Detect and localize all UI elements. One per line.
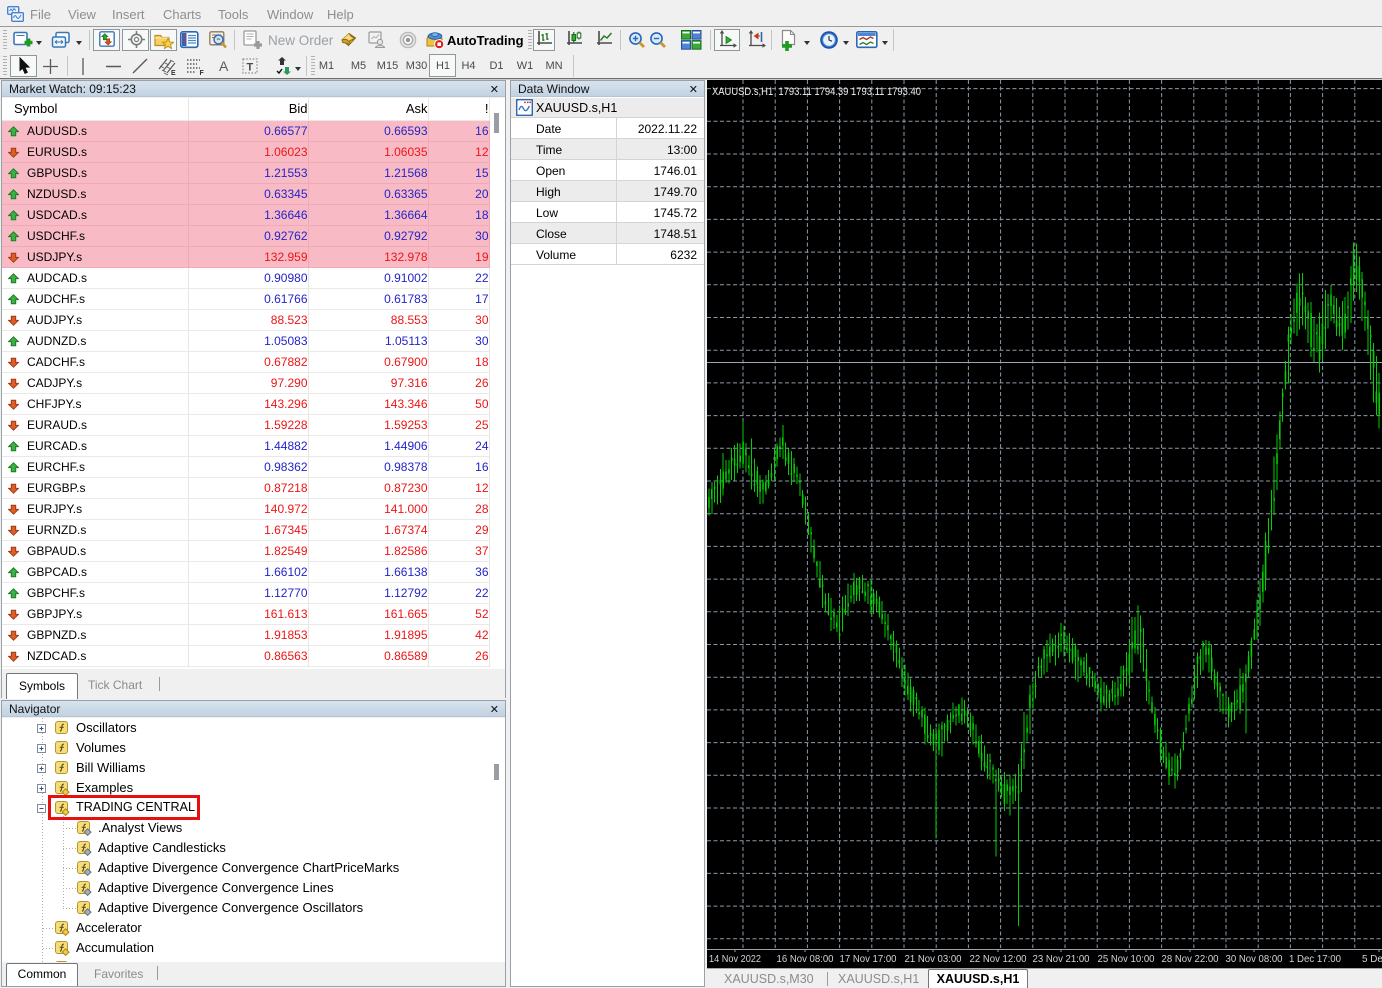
svg-text:28 Nov 22:00: 28 Nov 22:00 bbox=[1162, 953, 1219, 965]
svg-text:25 Nov 10:00: 25 Nov 10:00 bbox=[1098, 953, 1155, 965]
svg-text:5 Dec 0: 5 Dec 0 bbox=[1362, 953, 1382, 965]
svg-text:17 Nov 17:00: 17 Nov 17:00 bbox=[840, 953, 897, 965]
svg-text:16 Nov 08:00: 16 Nov 08:00 bbox=[777, 953, 834, 965]
svg-text:T: T bbox=[247, 62, 254, 74]
svg-text:21 Nov 03:00: 21 Nov 03:00 bbox=[905, 953, 962, 965]
svg-text:F: F bbox=[200, 70, 205, 76]
svg-text:30 Nov 08:00: 30 Nov 08:00 bbox=[1226, 953, 1283, 965]
svg-text:E: E bbox=[171, 70, 176, 76]
svg-text:14 Nov 2022: 14 Nov 2022 bbox=[709, 953, 761, 965]
svg-text:22 Nov 12:00: 22 Nov 12:00 bbox=[970, 953, 1027, 965]
svg-text:XAUUSD.s,H1 1793.11 1794.39 1: XAUUSD.s,H1 1793.11 1794.39 1793.11 1793… bbox=[712, 86, 921, 98]
svg-text:23 Nov 21:00: 23 Nov 21:00 bbox=[1033, 953, 1090, 965]
svg-text:1 Dec 17:00: 1 Dec 17:00 bbox=[1289, 953, 1341, 965]
